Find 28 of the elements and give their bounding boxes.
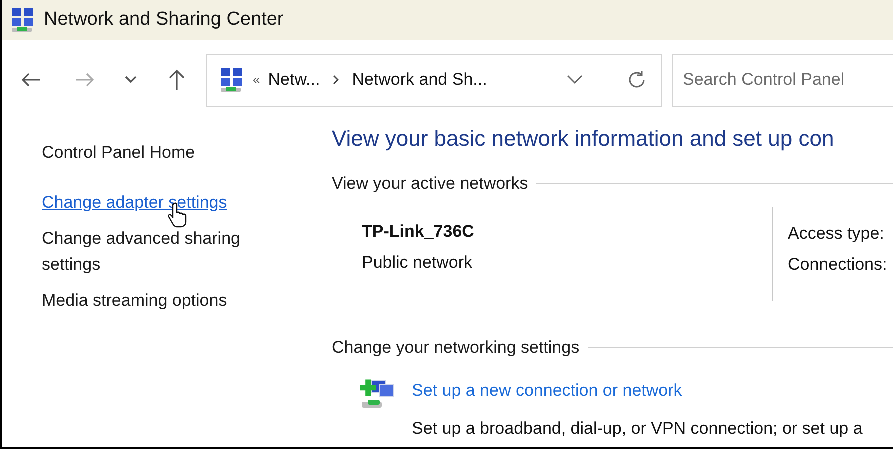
- right-arrow-icon: [75, 72, 95, 88]
- up-arrow-icon: [168, 69, 186, 91]
- chevron-down-icon[interactable]: [567, 75, 583, 85]
- window-title: Network and Sharing Center: [44, 8, 284, 32]
- network-name: TP-Link_736C: [362, 220, 476, 242]
- page-heading: View your basic network information and set up con: [332, 125, 836, 153]
- sidebar-link[interactable]: Media streaming options: [42, 288, 282, 314]
- network-icon: [10, 6, 36, 34]
- setup-description: Set up a broadband, dial-up, or VPN connection; or set up a: [412, 418, 863, 440]
- refresh-icon[interactable]: [627, 70, 647, 90]
- setup-link[interactable]: Set up a new connection or network: [412, 378, 863, 404]
- breadcrumb[interactable]: Netw...: [268, 67, 320, 93]
- breadcrumb[interactable]: Network and Sh...: [352, 67, 488, 93]
- field-label: Access type:: [788, 222, 886, 244]
- chevron-down-icon: [124, 75, 138, 85]
- chevron-right-icon: [332, 75, 340, 85]
- sidebar-link[interactable]: Change advanced sharing settings: [42, 226, 282, 278]
- left-arrow-icon: [21, 72, 41, 88]
- sidebar-text[interactable]: Control Panel Home: [42, 140, 332, 166]
- network-type: Public network: [362, 252, 474, 274]
- section-title: View your active networks: [332, 173, 528, 195]
- network-icon: [219, 66, 245, 94]
- overflow-chevron[interactable]: «: [253, 70, 260, 90]
- sidebar-link[interactable]: Change adapter settings: [42, 190, 282, 216]
- field-label: Connections:: [788, 254, 888, 276]
- section-title: Change your networking settings: [332, 336, 580, 358]
- address-bar[interactable]: « Netw... Network and Sh...: [206, 54, 662, 106]
- search-field[interactable]: Search Control Panel: [672, 54, 893, 106]
